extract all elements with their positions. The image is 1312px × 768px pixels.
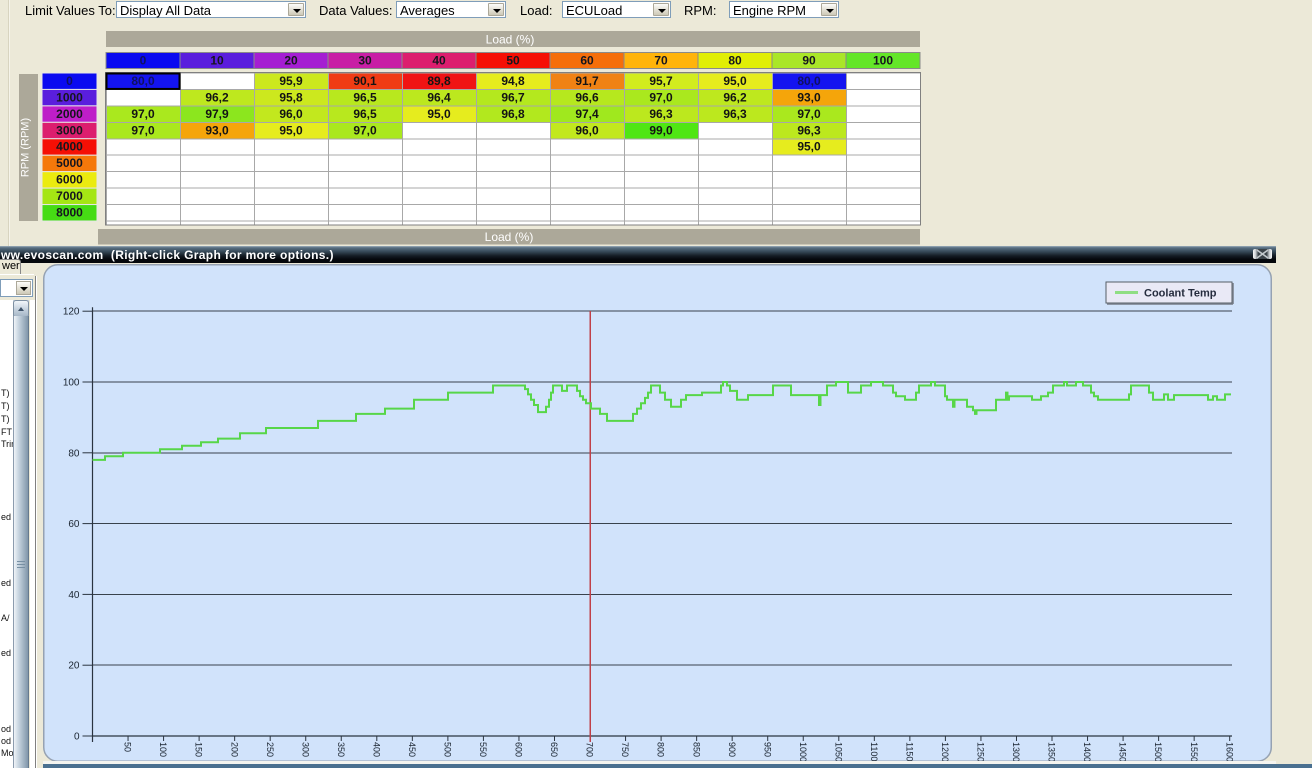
- svg-text:97,4: 97,4: [575, 107, 599, 121]
- svg-text:1500: 1500: [1153, 742, 1163, 762]
- svg-text:91,7: 91,7: [575, 74, 599, 88]
- svg-text:900: 900: [727, 742, 737, 757]
- svg-text:Load (%): Load (%): [486, 33, 535, 47]
- svg-text:1050: 1050: [833, 742, 843, 762]
- svg-text:7000: 7000: [56, 189, 83, 203]
- svg-text:300: 300: [300, 742, 310, 757]
- svg-text:20: 20: [68, 661, 80, 672]
- svg-text:96,4: 96,4: [427, 90, 451, 104]
- svg-text:400: 400: [371, 742, 381, 757]
- svg-text:750: 750: [620, 742, 630, 757]
- svg-text:70: 70: [654, 54, 668, 68]
- svg-text:60: 60: [580, 54, 594, 68]
- svg-text:1000: 1000: [56, 90, 83, 104]
- svg-text:96,3: 96,3: [797, 123, 821, 137]
- svg-text:950: 950: [762, 742, 772, 757]
- svg-text:500: 500: [443, 742, 453, 757]
- svg-text:60: 60: [68, 519, 80, 530]
- svg-text:95,9: 95,9: [279, 74, 303, 88]
- svg-text:2000: 2000: [56, 107, 83, 121]
- svg-text:80: 80: [68, 448, 80, 459]
- svg-text:100: 100: [158, 742, 168, 757]
- svg-text:8000: 8000: [56, 206, 83, 220]
- svg-text:96,5: 96,5: [353, 107, 377, 121]
- svg-text:600: 600: [514, 742, 524, 757]
- svg-text:1550: 1550: [1189, 742, 1199, 762]
- svg-text:97,0: 97,0: [797, 107, 821, 121]
- svg-text:97,9: 97,9: [205, 107, 229, 121]
- svg-text:0: 0: [74, 732, 80, 743]
- svg-text:100: 100: [873, 54, 893, 68]
- svg-text:96,3: 96,3: [723, 107, 747, 121]
- svg-text:96,2: 96,2: [205, 90, 229, 104]
- svg-text:RPM (RPM): RPM (RPM): [20, 118, 32, 177]
- svg-text:97,0: 97,0: [131, 107, 155, 121]
- svg-text:4000: 4000: [56, 140, 83, 154]
- svg-text:1400: 1400: [1082, 742, 1092, 762]
- svg-text:1250: 1250: [976, 742, 986, 762]
- svg-text:80: 80: [728, 54, 742, 68]
- svg-text:1450: 1450: [1118, 742, 1128, 762]
- svg-text:150: 150: [194, 742, 204, 757]
- svg-text:850: 850: [691, 742, 701, 757]
- svg-text:1000: 1000: [798, 742, 808, 762]
- svg-text:700: 700: [585, 742, 595, 757]
- svg-text:100: 100: [63, 378, 80, 389]
- svg-text:96,5: 96,5: [353, 90, 377, 104]
- svg-text:96,6: 96,6: [575, 90, 599, 104]
- svg-text:90: 90: [802, 54, 816, 68]
- svg-text:97,0: 97,0: [131, 123, 155, 137]
- svg-text:6000: 6000: [56, 173, 83, 187]
- svg-text:90,1: 90,1: [353, 74, 377, 88]
- svg-text:20: 20: [284, 54, 298, 68]
- svg-text:89,8: 89,8: [427, 74, 451, 88]
- svg-text:50: 50: [123, 742, 133, 752]
- svg-text:0: 0: [140, 54, 147, 68]
- svg-text:10: 10: [210, 54, 224, 68]
- svg-text:1350: 1350: [1047, 742, 1057, 762]
- svg-text:30: 30: [358, 54, 372, 68]
- svg-text:97,0: 97,0: [649, 90, 673, 104]
- svg-text:96,0: 96,0: [279, 107, 303, 121]
- svg-text:40: 40: [68, 590, 80, 601]
- svg-text:1100: 1100: [869, 742, 879, 761]
- svg-text:650: 650: [549, 742, 559, 757]
- svg-text:Load (%): Load (%): [485, 230, 534, 244]
- svg-text:1200: 1200: [940, 742, 950, 762]
- svg-text:1300: 1300: [1011, 742, 1021, 762]
- svg-text:95,0: 95,0: [427, 107, 451, 121]
- svg-text:800: 800: [656, 742, 666, 757]
- svg-text:95,0: 95,0: [797, 140, 821, 154]
- svg-text:94,8: 94,8: [501, 74, 525, 88]
- svg-text:95,0: 95,0: [723, 74, 747, 88]
- svg-text:97,0: 97,0: [353, 123, 377, 137]
- svg-text:3000: 3000: [56, 123, 83, 137]
- svg-text:550: 550: [478, 742, 488, 757]
- svg-text:5000: 5000: [56, 156, 83, 170]
- svg-text:200: 200: [229, 742, 239, 757]
- svg-text:450: 450: [407, 742, 417, 757]
- svg-text:0: 0: [66, 74, 73, 88]
- svg-text:120: 120: [63, 307, 80, 318]
- svg-text:80,0: 80,0: [797, 74, 821, 88]
- svg-text:93,0: 93,0: [797, 90, 821, 104]
- svg-text:40: 40: [432, 54, 446, 68]
- svg-text:93,0: 93,0: [205, 123, 229, 137]
- svg-text:96,0: 96,0: [575, 123, 599, 137]
- svg-text:250: 250: [265, 742, 275, 757]
- svg-text:95,8: 95,8: [279, 90, 303, 104]
- svg-text:80,0: 80,0: [131, 74, 155, 88]
- svg-text:96,8: 96,8: [501, 107, 525, 121]
- svg-text:99,0: 99,0: [649, 123, 673, 137]
- svg-text:50: 50: [506, 54, 520, 68]
- svg-text:95,0: 95,0: [279, 123, 303, 137]
- svg-text:96,7: 96,7: [501, 90, 525, 104]
- svg-text:350: 350: [336, 742, 346, 757]
- svg-text:96,3: 96,3: [649, 107, 673, 121]
- svg-text:1150: 1150: [904, 742, 914, 761]
- svg-text:96,2: 96,2: [723, 90, 747, 104]
- svg-text:1600: 1600: [1224, 742, 1234, 762]
- svg-text:Coolant Temp: Coolant Temp: [1144, 288, 1217, 300]
- svg-text:95,7: 95,7: [649, 74, 673, 88]
